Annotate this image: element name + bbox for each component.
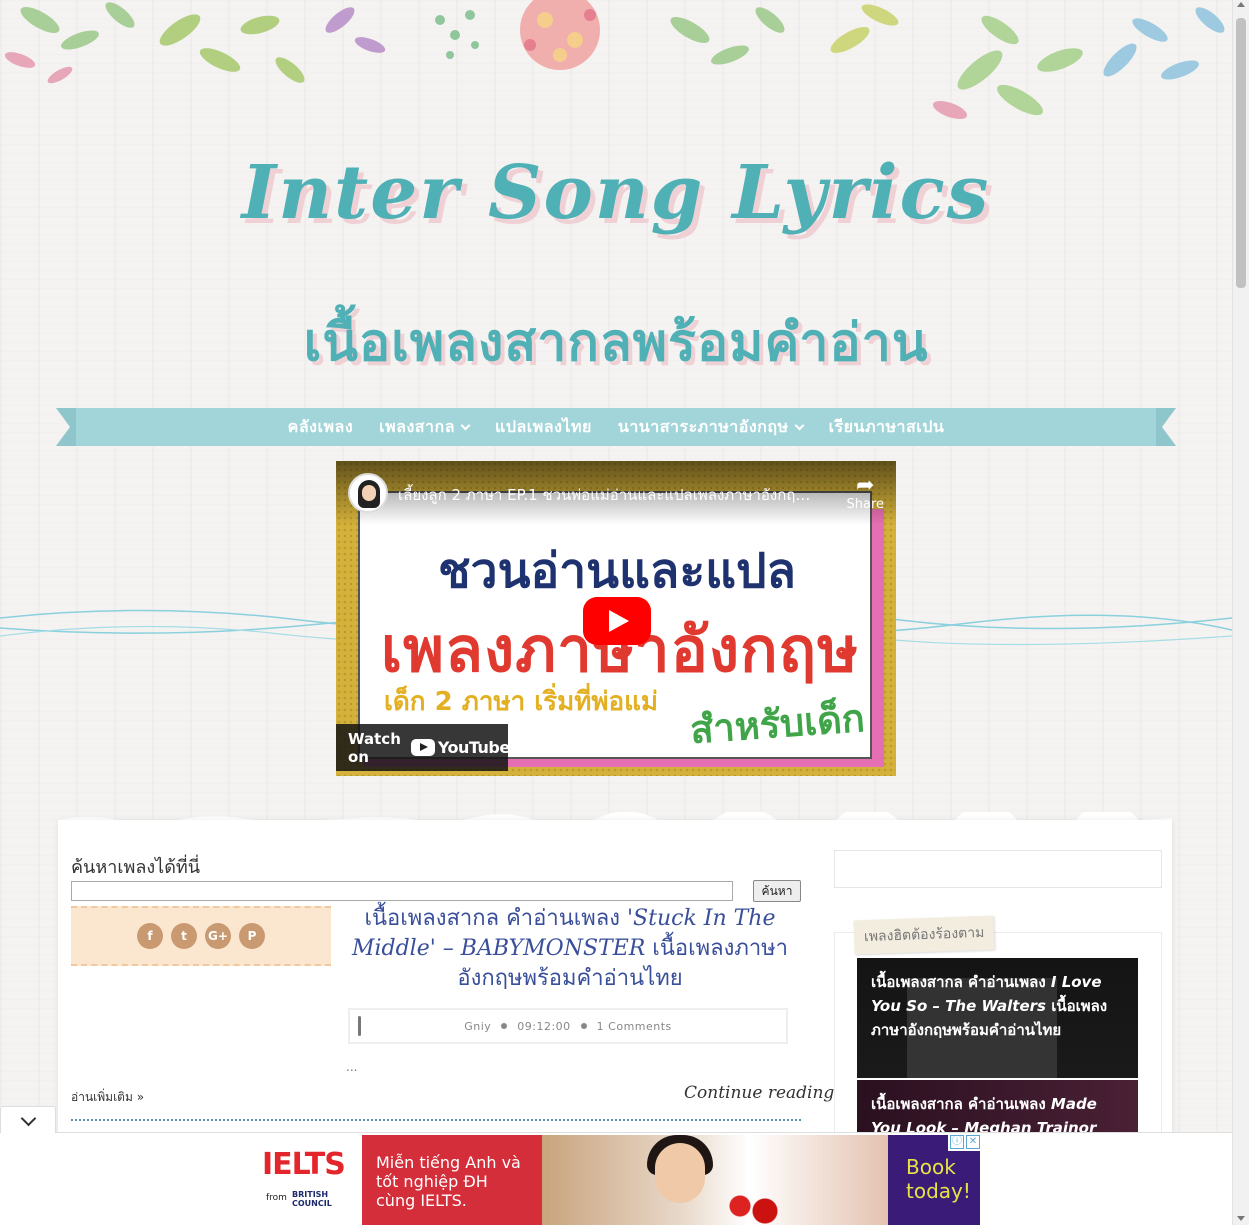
ad-brand: IELTS [262,1147,346,1182]
share-label: Share [846,497,884,512]
play-button[interactable] [583,597,651,645]
nav-item-label: คลังเพลง [287,416,354,436]
pinterest-icon[interactable]: P [239,923,265,949]
search-heading: ค้นหาเพลงได้ที่นี่ [71,857,201,878]
ad-message: Miễn tiếng Anh và tốt nghiệp ĐH cùng IEL… [362,1135,542,1225]
share-icon: ➦ [856,473,875,498]
search-button[interactable]: ค้นหา [753,880,801,902]
post-excerpt: ... [346,1060,358,1074]
ad-choices: ⓘ ✕ [948,1135,980,1151]
post-title-prefix: เนื้อเพลงสากล คำอ่านเพลง [364,906,627,931]
popular-song-card[interactable]: เนื้อเพลงสากล คำอ่านเพลง I Love You So –… [857,958,1138,1078]
nav-item-learn-spanish[interactable]: เรียนภาษาสเปน [829,415,945,440]
post-divider [71,1119,801,1121]
nav-item-english-knowledge[interactable]: นานาสาระภาษาอังกฤษ [617,415,805,440]
ad-from: from [266,1193,287,1203]
video-thumbnail-line-3: เด็ก 2 ภาษา เริ่มที่พ่อแม่ [384,687,659,717]
chevron-down-icon [794,420,805,430]
youtube-icon [410,739,435,756]
post-thumbnail[interactable]: f t G+ P [71,906,331,966]
youtube-label: YouTube [437,738,510,757]
popular-songs-label: เพลงฮิตต้องร้องตาม [853,915,995,955]
youtube-video-embed[interactable]: ชวนอ่านและแปล เพลงภาษาอังกฤษ เด็ก 2 ภาษา… [336,461,896,776]
youtube-logo: YouTube [410,738,510,757]
google-plus-icon[interactable]: G+ [205,923,231,949]
facebook-icon[interactable]: f [137,923,163,949]
ad-info-icon[interactable]: ⓘ [950,1135,964,1149]
nav-item-international-songs[interactable]: เพลงสากล [379,415,471,440]
continue-reading-link[interactable]: Continue reading [684,1083,834,1103]
page: Inter Song Lyrics เนื้อเพลงสากลพร้อมคำอ่… [0,0,1232,1225]
video-thumbnail-line-4: สำหรับเด็ก [688,695,867,753]
main-nav: คลังเพลง เพลงสากล แปลเพลงไทย นานาสาระภาษ… [56,406,1176,448]
watch-on-label: Watch on [348,729,401,766]
popular-song-card[interactable]: เนื้อเพลงสากล คำอ่านเพลง Made You Look –… [857,1080,1138,1140]
nav-item-label: นานาสาระภาษาอังกฤษ [617,416,789,436]
channel-avatar[interactable] [348,473,388,513]
nav-item-label: เพลงสากล [379,416,455,436]
nav-items: คลังเพลง เพลงสากล แปลเพลงไทย นานาสาระภาษ… [56,406,1176,448]
popular-song-prefix: เนื้อเพลงสากล คำอ่านเพลง [871,973,1051,991]
ielts-logo: IELTS from BRITISH COUNCIL [250,1135,362,1225]
nav-item-song-archive[interactable]: คลังเพลง [288,415,353,440]
separator-dot [580,1023,587,1029]
vertical-scrollbar[interactable] [1232,0,1249,1225]
scroll-up-arrow-icon[interactable] [1237,2,1245,7]
video-title[interactable]: เลี้ยงลูก 2 ภาษา EP.1 ชวนพ่อแม่อ่านและแป… [398,483,818,507]
post-time[interactable]: 09:12:00 [517,1020,570,1033]
chevron-down-icon [460,420,471,430]
meta-bar [358,1016,361,1036]
nav-item-label: แปลเพลงไทย [495,416,592,436]
scroll-down-arrow-icon[interactable] [1237,1216,1245,1221]
floral-header-decoration [4,0,1225,120]
watch-on-youtube-button[interactable]: Watch on YouTube [336,724,510,771]
post-author[interactable]: Gniy [464,1020,491,1033]
separator-dot [501,1023,508,1029]
site-subtitle: เนื้อเพลงสากลพร้อมคำอ่าน [303,313,929,373]
post-title-link[interactable]: เนื้อเพลงสากล คำอ่านเพลง 'Stuck In The M… [348,904,792,994]
share-button[interactable]: ➦ Share [846,473,884,513]
ielts-ad[interactable]: IELTS from BRITISH COUNCIL Miễn tiếng An… [250,1135,980,1225]
sidebar-empty-widget [834,850,1162,888]
post-meta: Gniy 09:12:00 1 Comments [348,1008,788,1044]
scroll-thumb[interactable] [1236,18,1246,288]
nav-item-label: เรียนภาษาสเปน [828,416,945,436]
post-comments[interactable]: 1 Comments [597,1020,672,1033]
ad-collapse-button[interactable] [0,1106,56,1133]
search-input[interactable] [71,881,733,901]
read-more-link[interactable]: อ่านเพิ่มเติม » [71,1088,144,1107]
ad-photo [542,1135,888,1225]
nav-item-translate-thai-songs[interactable]: แปลเพลงไทย [495,415,592,440]
ad-partner: BRITISH COUNCIL [292,1190,332,1208]
site-title[interactable]: Inter Song Lyrics [0,150,1232,236]
ad-close-icon[interactable]: ✕ [966,1135,980,1149]
popular-song-prefix: เนื้อเพลงสากล คำอ่านเพลง [871,1095,1051,1113]
twitter-icon[interactable]: t [171,923,197,949]
